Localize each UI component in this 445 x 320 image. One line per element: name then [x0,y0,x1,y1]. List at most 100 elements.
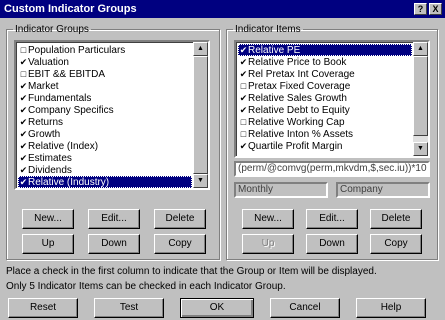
indicator-items-list[interactable]: ✔Relative PE ✔Relative Price to Book ✔Rel … [234,40,430,158]
unchecked-box-icon[interactable]: □ [239,80,248,92]
unchecked-box-icon[interactable]: □ [239,116,248,128]
cancel-button[interactable]: Cancel [270,298,340,318]
list-item[interactable]: ✔Returns [18,116,192,128]
list-item[interactable]: □ Relative Inton % Assets [238,128,412,140]
list-item-label: Company Specifics [28,105,114,116]
window-title: Custom Indicator Groups [4,3,137,15]
list-item[interactable]: ✔Estimates [18,152,192,164]
list-item[interactable]: ✔Relative Sales Growth [238,92,412,104]
list-item[interactable]: ✔Valuation [18,56,192,68]
checkmark-icon[interactable]: ✔ [19,56,28,68]
groups-up-button[interactable]: Up [22,234,74,254]
list-item-label: Fundamentals [28,93,92,104]
indicator-items-legend: Indicator Items [235,24,301,35]
list-item-label: Relative Sales Growth [248,93,347,104]
checkmark-icon[interactable]: ✔ [239,44,248,56]
reset-button[interactable]: Reset [8,298,78,318]
items-delete-button[interactable]: Delete [370,209,422,229]
unchecked-box-icon[interactable]: □ [19,68,28,80]
list-item[interactable]: ✔Growth [18,128,192,140]
list-item[interactable]: ✔Relative Debt to Equity [238,104,412,116]
groups-new-button[interactable]: New... [22,209,74,229]
list-item-label: Market [28,81,59,92]
list-item-label: Rel Pretax Int Coverage [248,69,355,80]
checkmark-icon[interactable]: ✔ [19,140,28,152]
checkmark-icon[interactable]: ✔ [239,104,248,116]
checkmark-icon[interactable]: ✔ [19,92,28,104]
items-new-button[interactable]: New... [242,209,294,229]
list-item-label: Population Particulars [28,45,126,56]
list-item[interactable]: ✔Relative Price to Book [238,56,412,68]
list-item[interactable]: ✔Dividends [18,164,192,176]
ok-button[interactable]: OK [180,298,254,318]
title-buttons: ? X [414,3,442,15]
groups-delete-button[interactable]: Delete [154,209,206,229]
help-button[interactable]: Help [356,298,426,318]
instruction-note: Place a check in the first column to ind… [6,266,377,277]
close-title-button[interactable]: X [429,3,442,15]
list-item[interactable]: ✔Relative PE [238,44,412,56]
checkmark-icon[interactable]: ✔ [19,128,28,140]
list-item[interactable]: ✔Fundamentals [18,92,192,104]
limit-note: Only 5 Indicator Items can be checked in… [6,281,286,292]
groups-edit-button[interactable]: Edit... [88,209,140,229]
list-item-label: Returns [28,117,64,128]
list-item-label: Quartile Profit Margin [248,141,343,152]
items-copy-button[interactable]: Copy [370,234,422,254]
unchecked-box-icon[interactable]: □ [19,44,28,56]
list-item[interactable]: ✔Relative (Index) [18,140,192,152]
checkmark-icon[interactable]: ✔ [19,104,28,116]
scroll-up-arrow-icon[interactable]: ▲ [413,42,428,56]
list-item-label: Estimates [28,153,72,164]
list-item[interactable]: ✔Quartile Profit Margin [238,140,412,152]
indicator-groups-legend: Indicator Groups [15,24,89,35]
groups-copy-button[interactable]: Copy [154,234,206,254]
checkmark-icon[interactable]: ✔ [19,152,28,164]
formula-field[interactable]: (perm/@comvg(perm,mkvdm,$,sec.iu))*10 [234,161,430,177]
checkmark-icon[interactable]: ✔ [19,164,28,176]
list-item-label: Relative (Index) [28,141,99,152]
list-item-label: Relative PE [248,45,301,56]
indicator-groups-list[interactable]: □ Population Particulars ✔Valuation □ EBIT &… [14,40,210,190]
list-item-label: EBIT && EBITDA [28,69,106,80]
test-button[interactable]: Test [94,298,164,318]
checkmark-icon[interactable]: ✔ [239,68,248,80]
groups-down-button[interactable]: Down [88,234,140,254]
scroll-down-arrow-icon[interactable]: ▼ [413,142,428,156]
list-item-label: Relative Inton % Assets [248,129,354,140]
items-up-button[interactable]: Up [242,234,294,254]
checkmark-icon[interactable]: ✔ [239,92,248,104]
list-item[interactable]: □ EBIT && EBITDA [18,68,192,80]
scroll-up-arrow-icon[interactable]: ▲ [193,42,208,56]
list-item[interactable]: □ Population Particulars [18,44,192,56]
custom-indicator-groups-dialog: Custom Indicator Groups ? X Indicator Gr… [0,0,445,320]
list-item-label: Relative Price to Book [248,57,347,68]
scroll-down-arrow-icon[interactable]: ▼ [193,174,208,188]
scroll-thumb[interactable] [193,56,208,174]
unchecked-box-icon[interactable]: □ [239,128,248,140]
list-item[interactable]: ✔Company Specifics [18,104,192,116]
scope-field[interactable]: Company [336,182,430,198]
list-item-label: Relative Working Cap [248,117,345,128]
indicator-groups-rows: □ Population Particulars ✔Valuation □ EBIT &… [18,44,192,188]
items-scrollbar[interactable]: ▲ ▼ [413,42,428,156]
checkmark-icon[interactable]: ✔ [239,56,248,68]
items-down-button[interactable]: Down [306,234,358,254]
indicator-items-rows: ✔Relative PE ✔Relative Price to Book ✔Rel … [238,44,412,152]
list-item[interactable]: □ Relative Working Cap [238,116,412,128]
items-edit-button[interactable]: Edit... [306,209,358,229]
list-item[interactable]: ✔Market [18,80,192,92]
list-item[interactable]: ✔Relative (Industry) [18,176,192,188]
scroll-thumb[interactable] [413,56,428,136]
list-item[interactable]: ✔Rel Pretax Int Coverage [238,68,412,80]
checkmark-icon[interactable]: ✔ [19,80,28,92]
list-item-label: Pretax Fixed Coverage [248,81,351,92]
checkmark-icon[interactable]: ✔ [19,116,28,128]
period-field[interactable]: Monthly [234,182,328,198]
checkmark-icon[interactable]: ✔ [239,140,248,152]
list-item[interactable]: □ Pretax Fixed Coverage [238,80,412,92]
list-item-label: Relative (Industry) [28,177,110,188]
groups-scrollbar[interactable]: ▲ ▼ [193,42,208,188]
help-title-button[interactable]: ? [414,3,427,15]
checkmark-icon[interactable]: ✔ [19,176,28,188]
